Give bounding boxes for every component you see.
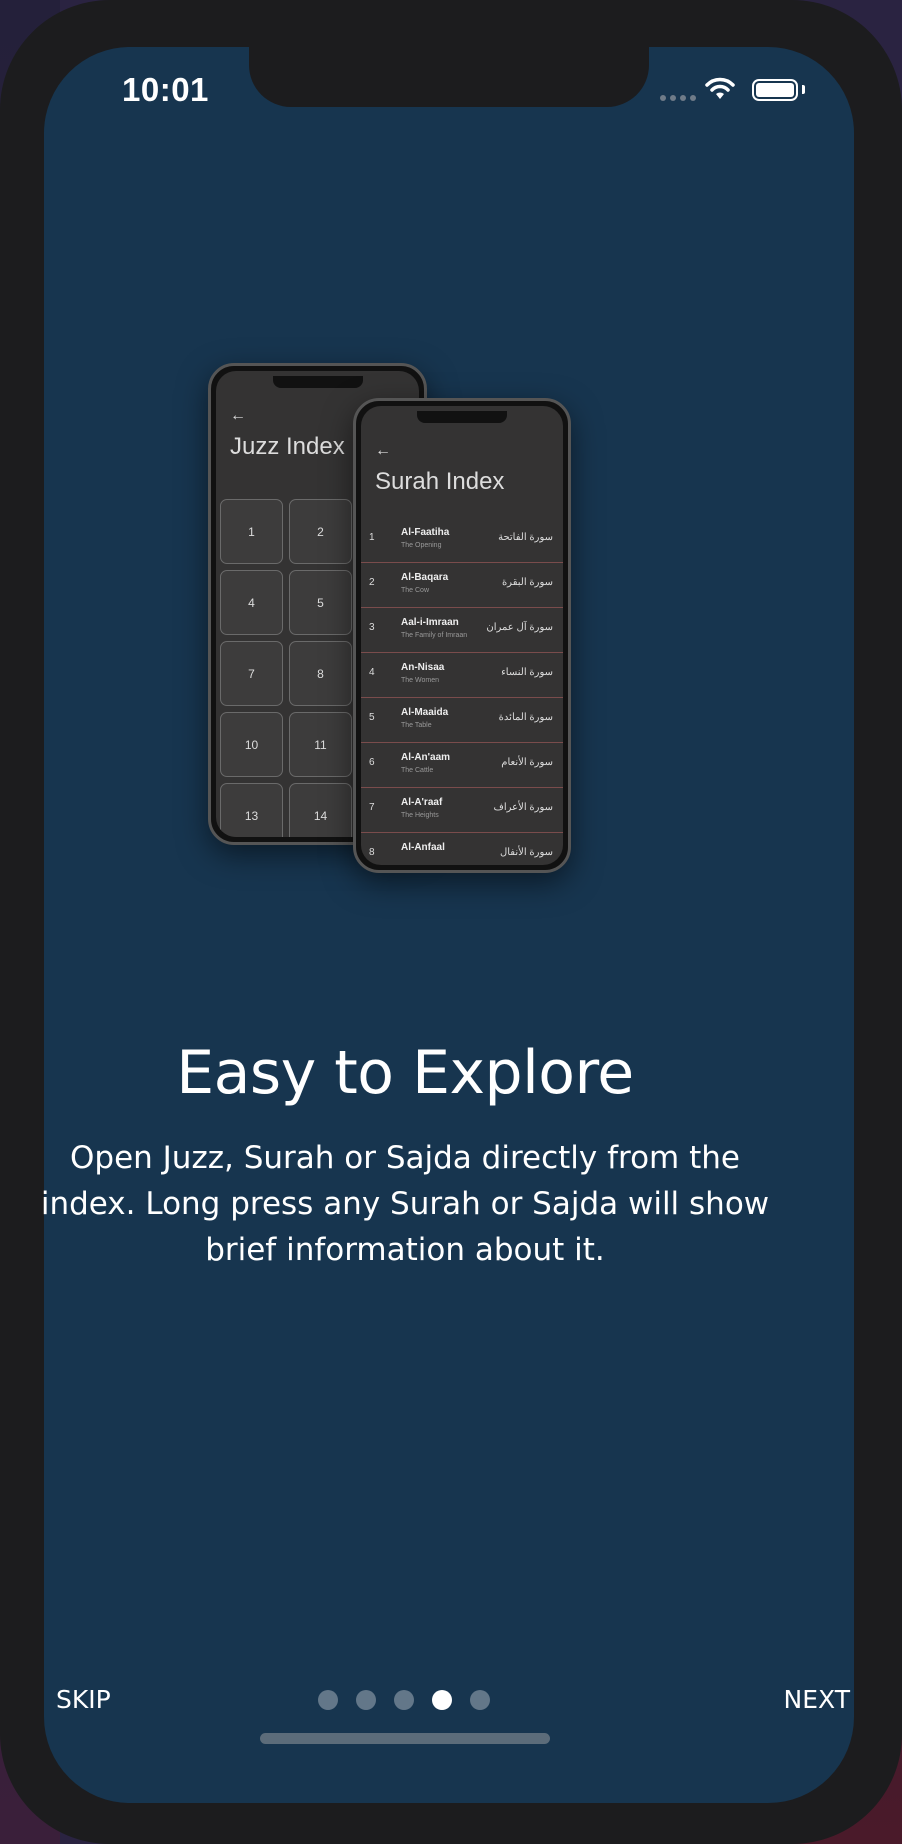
surah-number: 1: [369, 532, 375, 543]
wifi-icon: [705, 77, 735, 99]
juzz-cell: 4: [220, 570, 283, 635]
surah-arabic-name: سورة المائدة: [498, 712, 553, 723]
mockup-notch: [417, 411, 507, 423]
mockup-notch: [272, 376, 363, 388]
home-indicator[interactable]: [260, 1733, 550, 1744]
juzz-cell: 11: [289, 712, 352, 777]
surah-arabic-name: سورة الأنعام: [501, 757, 553, 768]
surah-meaning: The Heights: [401, 812, 439, 819]
surah-row: 1 Al-Faatiha The Opening سورة الفاتحة: [361, 518, 563, 563]
back-arrow-icon: ←: [375, 442, 391, 459]
surah-name: Al-A'raaf: [401, 797, 443, 808]
juzz-cell: 2: [289, 499, 352, 564]
surah-number: 6: [369, 757, 375, 768]
camera-notch: [249, 47, 649, 107]
surah-index-mockup: ← Surah Index 1 Al-Faatiha The Opening سورة…: [353, 398, 571, 873]
surah-arabic-name: سورة آل عمران: [486, 622, 553, 633]
back-arrow-icon: ←: [230, 407, 246, 424]
surah-number: 7: [369, 802, 375, 813]
battery-icon: [752, 79, 798, 101]
surah-name: Al-Maaida: [401, 707, 449, 718]
phone-frame: 10:01: [0, 0, 902, 1844]
surah-meaning: The Cow: [401, 587, 430, 594]
surah-meaning: The Women: [401, 677, 439, 684]
surah-meaning: The Table: [401, 722, 432, 729]
surah-arabic-name: سورة الفاتحة: [498, 532, 553, 543]
surah-row: 6 Al-An'aam The Cattle سورة الأنعام: [361, 743, 563, 788]
page-indicator: [318, 1690, 490, 1710]
page-dot[interactable]: [356, 1690, 376, 1710]
surah-arabic-name: سورة الأنفال: [499, 847, 553, 858]
surah-list: 1 Al-Faatiha The Opening سورة الفاتحة 2 Al-Ba…: [361, 518, 563, 865]
surah-row: 7 Al-A'raaf The Heights سورة الأعراف: [361, 788, 563, 833]
juzz-cell: 7: [220, 641, 283, 706]
battery-nub: [802, 85, 805, 94]
surah-name: Al-An'aam: [401, 752, 451, 763]
surah-row: 2 Al-Baqara The Cow سورة البقرة: [361, 563, 563, 608]
onboarding-title: Easy to Explore: [176, 1038, 634, 1108]
status-time: 10:01: [122, 71, 209, 108]
surah-index-title: Surah Index: [375, 468, 505, 495]
surah-arabic-name: سورة الأعراف: [493, 802, 553, 813]
surah-number: 8: [369, 847, 375, 858]
page-dot[interactable]: [470, 1690, 490, 1710]
onboarding-description: Open Juzz, Surah or Sajda directly from …: [40, 1140, 770, 1268]
surah-name: An-Nisaa: [401, 662, 445, 673]
surah-meaning: The Family of Imraan: [401, 632, 468, 639]
juzz-index-title: Juzz Index: [230, 433, 345, 460]
surah-row: 4 An-Nisaa The Women سورة النساء: [361, 653, 563, 698]
juzz-cell: 10: [220, 712, 283, 777]
juzz-cell: 13: [220, 783, 283, 837]
surah-name: Aal-i-Imraan: [401, 617, 459, 628]
page-dot[interactable]: [394, 1690, 414, 1710]
surah-arabic-name: سورة النساء: [501, 667, 553, 678]
surah-arabic-name: سورة البقرة: [501, 577, 553, 588]
page-dot[interactable]: [432, 1690, 452, 1710]
juzz-cell: 5: [289, 570, 352, 635]
surah-row: 5 Al-Maaida The Table سورة المائدة: [361, 698, 563, 743]
surah-name: Al-Baqara: [401, 572, 449, 583]
surah-meaning: The Opening: [401, 542, 442, 549]
juzz-cell: 1: [220, 499, 283, 564]
surah-row: 8 Al-Anfaal سورة الأنفال: [361, 833, 563, 865]
skip-button[interactable]: SKIP: [56, 1685, 111, 1714]
surah-name: Al-Anfaal: [401, 842, 445, 853]
surah-number: 5: [369, 712, 375, 723]
surah-name: Al-Faatiha: [401, 527, 450, 538]
juzz-cell: 14: [289, 783, 352, 837]
surah-meaning: The Cattle: [401, 767, 434, 774]
juzz-cell: 8: [289, 641, 352, 706]
surah-number: 2: [369, 577, 375, 588]
surah-number: 3: [369, 622, 375, 633]
surah-row: 3 Aal-i-Imraan The Family of Imraan سورة آل…: [361, 608, 563, 653]
surah-mockup-screen: ← Surah Index 1 Al-Faatiha The Opening سورة…: [361, 406, 563, 865]
page-dot[interactable]: [318, 1690, 338, 1710]
app-screen: 10:01: [44, 47, 854, 1803]
surah-number: 4: [369, 667, 375, 678]
next-button[interactable]: NEXT: [784, 1685, 850, 1714]
signal-icon: [660, 95, 696, 101]
